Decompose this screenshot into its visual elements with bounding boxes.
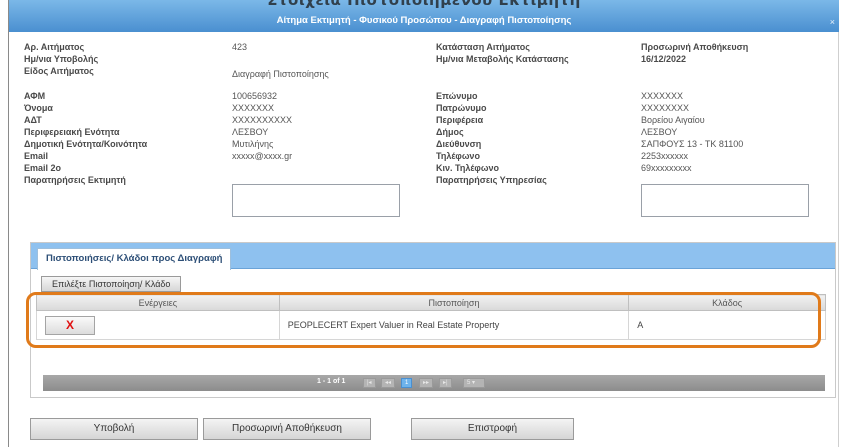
phone-value: 2253xxxxxx: [641, 151, 689, 161]
service-notes-label: Παρατηρήσεις Υπηρεσίας: [436, 175, 547, 185]
pager-next-button[interactable]: ▸▸: [419, 378, 434, 388]
municipal-unit-label: Δημοτική Ενότητα/Κοινότητα: [24, 139, 148, 149]
afm-value: 100656932: [232, 91, 278, 101]
table-pager: 1 - 1 of 1 |◂ ◂◂ 1 ▸▸ ▸| 5 ▾: [43, 375, 825, 391]
address-label: Διεύθυνση: [436, 139, 482, 149]
municipal-unit-value: Μυτιλήνης: [232, 139, 274, 149]
valuer-notes-label: Παρατηρήσεις Εκτιμητή: [24, 175, 126, 185]
afm-label: ΑΦΜ: [24, 91, 46, 101]
region-label: Περιφέρεια: [436, 115, 484, 125]
panel-header: Πιστοποιήσεις/ Κλάδοι προς Διαγραφή: [31, 243, 835, 270]
tab-certifications-to-delete[interactable]: Πιστοποιήσεις/ Κλάδοι προς Διαγραφή: [37, 248, 232, 270]
dialog-background-title: Στοιχεία Πιστοποιημένου Εκτιμητή: [267, 0, 581, 9]
surname-label: Επώνυμο: [436, 91, 478, 101]
row-highlight-outline: [26, 292, 821, 348]
father-name-label: Πατρώνυμο: [436, 103, 487, 113]
id-card-label: ΑΔΤ: [24, 115, 42, 125]
request-number-value: 423: [232, 42, 248, 52]
pager-last-button[interactable]: ▸|: [439, 378, 452, 388]
status-date-value: 16/12/2022: [641, 54, 687, 64]
pager-current-page[interactable]: 1: [401, 378, 413, 388]
email-value: xxxxx@xxxx.gr: [232, 151, 293, 161]
pager-prev-button[interactable]: ◂◂: [381, 378, 396, 388]
chevron-down-icon: ▾: [472, 380, 476, 386]
email2-label: Email 2o: [24, 163, 62, 173]
service-notes-textarea[interactable]: [641, 184, 809, 217]
request-status-value: Προσωρινή Αποθήκευση: [641, 42, 749, 52]
page-size-select[interactable]: 5 ▾: [463, 378, 485, 388]
surname-value: XXXXXXX: [641, 91, 684, 101]
first-name-label: Όνομα: [24, 103, 53, 113]
pager-first-button[interactable]: |◂: [363, 378, 376, 388]
back-button[interactable]: Επιστροφή: [411, 418, 574, 440]
regional-unit-value: ΛΕΣΒΟΥ: [232, 127, 269, 137]
municipality-label: Δήμος: [436, 127, 464, 137]
first-name-value: XXXXXXX: [232, 103, 275, 113]
page-size-value: 5: [467, 380, 471, 386]
request-number-label: Αρ. Αιτήματος: [24, 42, 85, 52]
valuer-notes-textarea[interactable]: [232, 184, 400, 217]
status-date-label: Ημ/νια Μεταβολής Κατάστασης: [436, 54, 569, 64]
select-certification-button[interactable]: Επιλέξτε Πιστοποίηση/ Κλάδο: [41, 276, 182, 292]
municipality-value: ΛΕΣΒΟΥ: [641, 127, 678, 137]
request-type-value: Διαγραφή Πιστοποίησης: [232, 69, 329, 79]
close-icon[interactable]: ×: [830, 17, 835, 27]
region-value: Βορείου Αιγαίου: [641, 115, 705, 125]
save-draft-button[interactable]: Προσωρινή Αποθήκευση: [203, 418, 371, 440]
window-right-border: [838, 0, 839, 447]
mobile-value: 69xxxxxxxxx: [641, 163, 692, 173]
father-name-value: XXXXXXXX: [641, 103, 690, 113]
pager-record-info: 1 - 1 of 1: [317, 378, 346, 385]
dialog-title: Αίτημα Εκτιμητή - Φυσικού Προσώπου - Δια…: [276, 15, 572, 26]
phone-label: Τηλέφωνο: [436, 151, 480, 161]
regional-unit-label: Περιφερειακή Ενότητα: [24, 127, 120, 137]
dialog-titlebar: Στοιχεία Πιστοποιημένου Εκτιμητή Αίτημα …: [9, 0, 839, 32]
id-card-value: XXXXXXXXXX: [232, 115, 293, 125]
submit-date-label: Ημ/νια Υποβολής: [24, 54, 99, 64]
request-status-label: Κατάσταση Αιτήματος: [436, 42, 530, 52]
window-left-border: [8, 0, 9, 447]
address-value: ΣΑΠΦΟΥΣ 13 - ΤΚ 81100: [641, 139, 744, 149]
request-type-label: Είδος Αιτήματος: [24, 66, 94, 76]
email-label: Email: [24, 151, 49, 161]
mobile-label: Κιν. Τηλέφωνο: [436, 163, 499, 173]
submit-button[interactable]: Υποβολή: [30, 418, 198, 440]
